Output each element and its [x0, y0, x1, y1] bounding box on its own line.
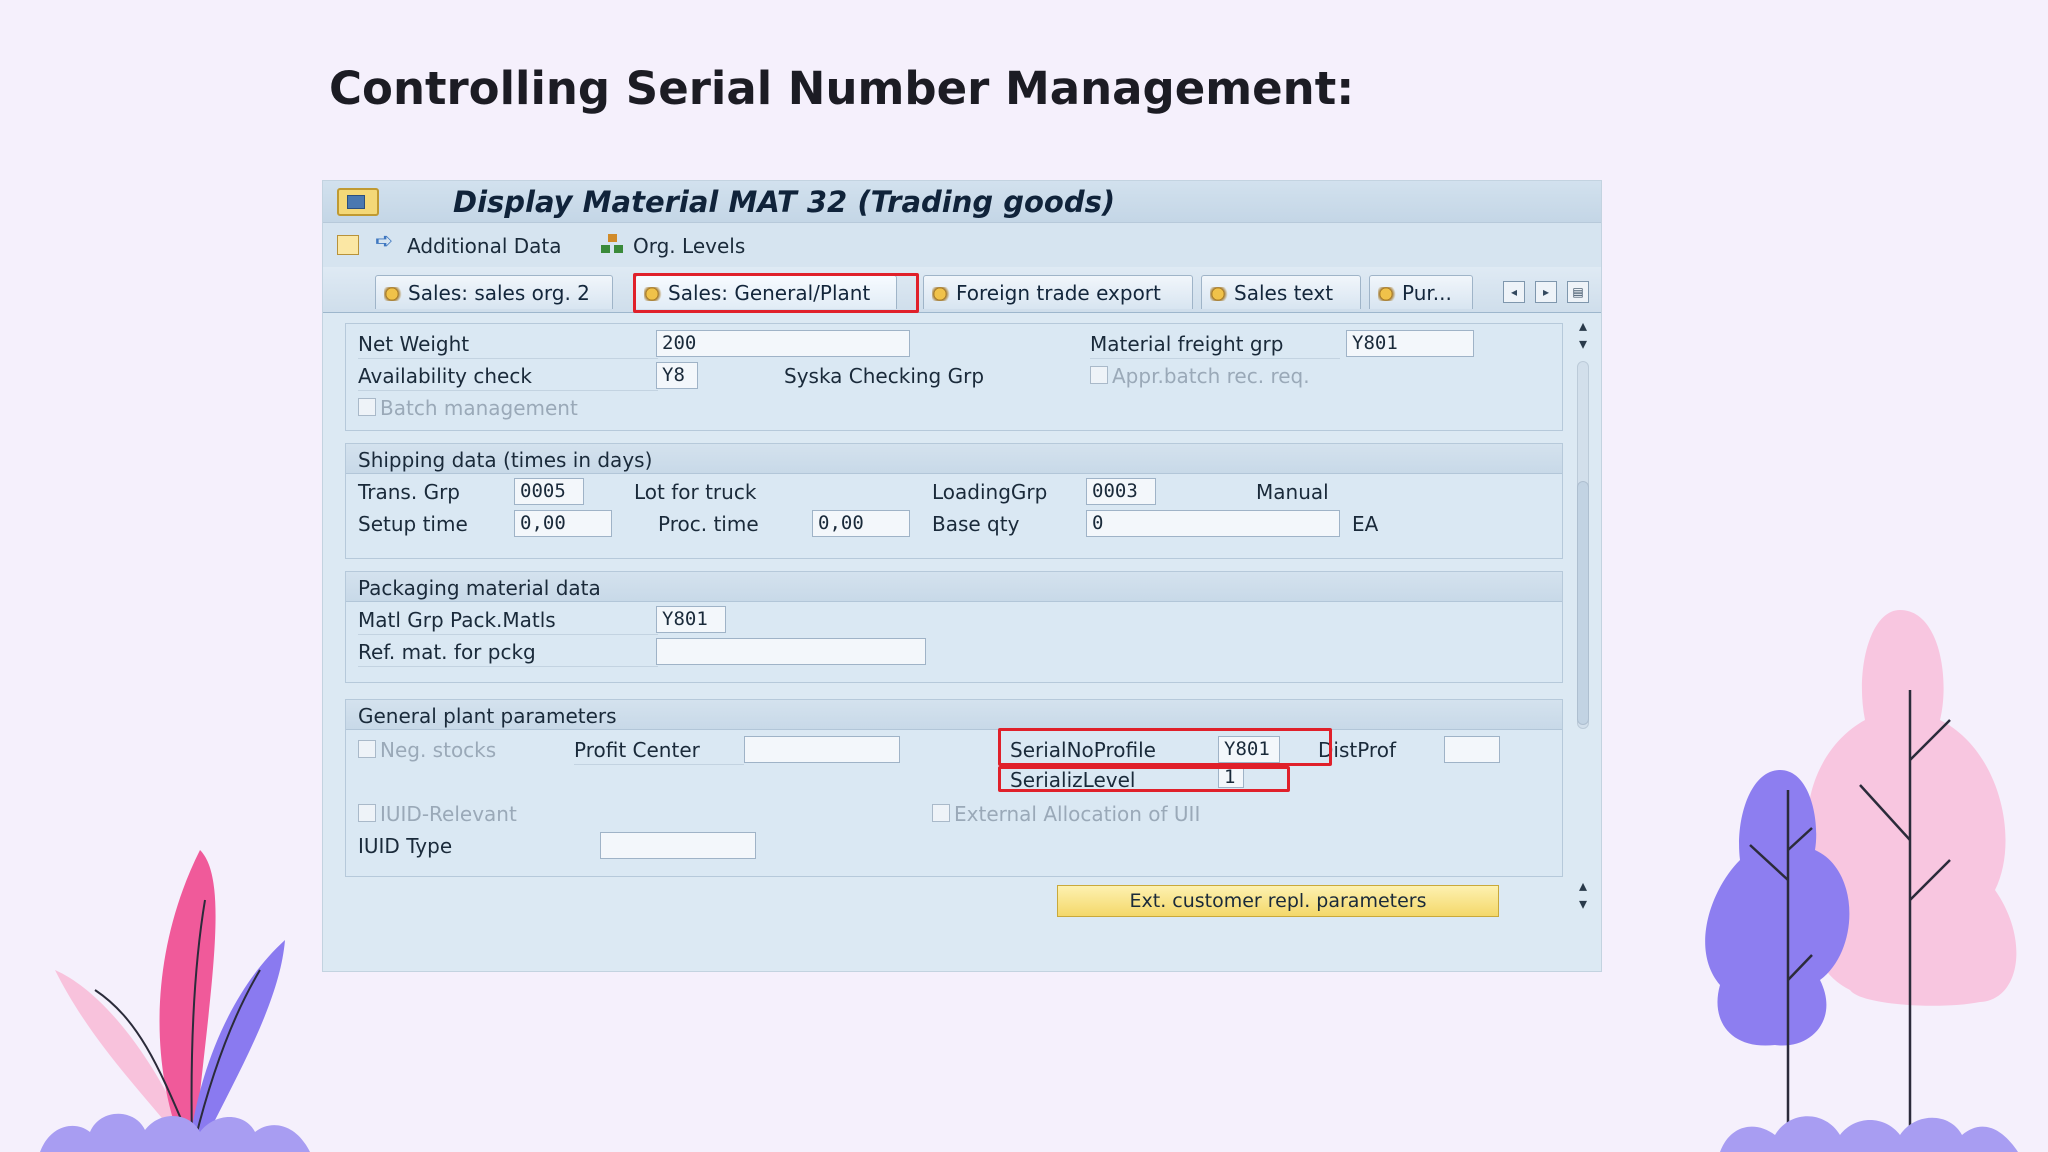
setup-time-field[interactable]: 0,00: [514, 510, 612, 537]
base-qty-label: Base qty: [932, 512, 1020, 536]
iuid-type-label: IUID Type: [358, 834, 453, 858]
scrollbar-thumb[interactable]: [1577, 481, 1589, 725]
label-underline: [1090, 358, 1340, 359]
availability-check-text: Syska Checking Grp: [784, 364, 985, 388]
net-weight-field[interactable]: 200: [656, 330, 910, 357]
packaging-data-header: Packaging material data: [346, 572, 1562, 602]
ext-customer-repl-parameters-button[interactable]: Ext. customer repl. parameters: [1057, 885, 1499, 917]
base-qty-field[interactable]: 0: [1086, 510, 1340, 537]
ref-mat-label: Ref. mat. for pckg: [358, 640, 536, 664]
material-freight-grp-label: Material freight grp: [1090, 332, 1284, 356]
tab-label: Sales text: [1234, 281, 1334, 305]
slide-title: Controlling Serial Number Management:: [329, 62, 1355, 115]
label-underline: [358, 390, 658, 391]
tab-list-icon[interactable]: ▤: [1567, 281, 1589, 303]
plant-illustration-left: [40, 850, 310, 1152]
org-structure-icon: [601, 234, 623, 254]
highlight-serializ-level: [998, 766, 1290, 792]
highlight-active-tab: [633, 273, 919, 313]
iuid-relevant-label: IUID-Relevant: [380, 802, 517, 826]
iuid-relevant-checkbox[interactable]: [358, 804, 376, 822]
loading-grp-text: Manual: [1256, 480, 1329, 504]
tab-sales-org[interactable]: Sales: sales org. 2: [375, 275, 613, 309]
iuid-type-field[interactable]: [600, 832, 756, 859]
shipping-data-header: Shipping data (times in days): [346, 444, 1562, 474]
bush: [1720, 1116, 2018, 1152]
general-plant-parameters-group: General plant parameters Neg. stocks Pro…: [345, 699, 1563, 877]
application-toolbar: ➪ Additional Data Org. Levels: [323, 223, 1601, 267]
tab-status-icon: [1210, 287, 1230, 301]
org-levels-button[interactable]: Org. Levels: [633, 234, 745, 258]
appr-batch-checkbox[interactable]: [1090, 366, 1108, 384]
app-icon: [337, 188, 379, 216]
trans-grp-field[interactable]: 0005: [514, 478, 584, 505]
scroll-up-icon[interactable]: ▴: [1569, 877, 1597, 895]
external-allocation-label: External Allocation of UII: [954, 802, 1201, 826]
tab-purchasing[interactable]: Pur...: [1369, 275, 1473, 309]
tab-status-icon: [932, 287, 952, 301]
tab-strip: Sales: sales org. 2 Sales: General/Plant…: [323, 267, 1601, 313]
base-qty-unit: EA: [1352, 512, 1379, 536]
scroll-up-icon[interactable]: ▴: [1569, 317, 1597, 335]
label-underline: [358, 634, 658, 635]
shipping-data-group: Shipping data (times in days) Trans. Grp…: [345, 443, 1563, 559]
bush: [40, 1113, 310, 1152]
general-data-group: Net Weight 200 Material freight grp Y801…: [345, 323, 1563, 431]
scroll-down-icon[interactable]: ▾: [1569, 895, 1597, 913]
tab-status-icon: [384, 287, 404, 301]
window-title: Display Material MAT 32 (Trading goods): [453, 185, 1116, 219]
additional-data-button[interactable]: Additional Data: [407, 234, 562, 258]
neg-stocks-checkbox[interactable]: [358, 740, 376, 758]
label-underline: [358, 666, 658, 667]
tab-label: Foreign trade export: [956, 281, 1161, 305]
tab-scroll-right-icon[interactable]: ▸: [1535, 281, 1557, 303]
availability-check-label: Availability check: [358, 364, 532, 388]
ref-mat-field[interactable]: [656, 638, 926, 665]
tab-foreign-trade-export[interactable]: Foreign trade export: [923, 275, 1193, 309]
general-plant-parameters-header: General plant parameters: [346, 700, 1562, 730]
trans-grp-text: Lot for truck: [634, 480, 757, 504]
window-titlebar: Display Material MAT 32 (Trading goods): [323, 181, 1601, 223]
tree-illustration-right: [1705, 610, 2018, 1152]
sap-window: Display Material MAT 32 (Trading goods) …: [322, 180, 1602, 972]
tab-status-icon: [1378, 287, 1398, 301]
material-freight-grp-field[interactable]: Y801: [1346, 330, 1474, 357]
vertical-scrollbar[interactable]: ▴ ▾ ▴ ▾: [1569, 313, 1597, 913]
net-weight-label: Net Weight: [358, 332, 470, 356]
other-material-icon[interactable]: [337, 235, 359, 255]
neg-stocks-label: Neg. stocks: [380, 738, 497, 762]
loading-grp-label: LoadingGrp: [932, 480, 1048, 504]
tab-sales-text[interactable]: Sales text: [1201, 275, 1361, 309]
dist-prof-field[interactable]: [1444, 736, 1500, 763]
scroll-down-icon[interactable]: ▾: [1569, 335, 1597, 353]
label-underline: [358, 358, 658, 359]
packaging-data-group: Packaging material data Matl Grp Pack.Ma…: [345, 571, 1563, 683]
availability-check-field[interactable]: Y8: [656, 362, 698, 389]
proc-time-label: Proc. time: [658, 512, 759, 536]
highlight-serial-no-profile: [998, 728, 1332, 766]
label-underline: [574, 764, 744, 765]
batch-management-label: Batch management: [380, 396, 578, 420]
appr-batch-label: Appr.batch rec. req.: [1112, 364, 1310, 388]
profit-center-field[interactable]: [744, 736, 900, 763]
matl-grp-field[interactable]: Y801: [656, 606, 726, 633]
trans-grp-label: Trans. Grp: [358, 480, 460, 504]
loading-grp-field[interactable]: 0003: [1086, 478, 1156, 505]
arrow-right-icon: ➪: [375, 229, 394, 254]
tab-content: Net Weight 200 Material freight grp Y801…: [323, 313, 1601, 971]
matl-grp-label: Matl Grp Pack.Matls: [358, 608, 556, 632]
tab-label: Sales: sales org. 2: [408, 281, 590, 305]
setup-time-label: Setup time: [358, 512, 468, 536]
tab-scroll-left-icon[interactable]: ◂: [1503, 281, 1525, 303]
profit-center-label: Profit Center: [574, 738, 700, 762]
tab-label: Pur...: [1402, 281, 1452, 305]
external-allocation-checkbox[interactable]: [932, 804, 950, 822]
batch-management-checkbox[interactable]: [358, 398, 376, 416]
proc-time-field[interactable]: 0,00: [812, 510, 910, 537]
